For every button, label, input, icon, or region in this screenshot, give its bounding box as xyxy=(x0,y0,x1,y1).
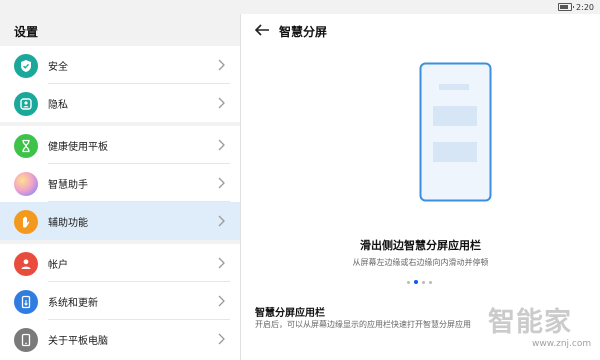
sidebar-item-label: 系统和更新 xyxy=(48,298,98,309)
sidebar-item-smart-assistant[interactable]: 智慧助手 xyxy=(0,164,240,202)
feature-description: 从屏幕左边缘或右边缘向内滑动并停顿 xyxy=(352,258,489,267)
sidebar-item-label: 帐户 xyxy=(48,260,68,271)
page-dot xyxy=(407,280,410,284)
status-time: 2:20 xyxy=(576,2,594,12)
sidebar-item-label: 健康使用平板 xyxy=(48,142,108,153)
page-indicator[interactable] xyxy=(407,280,432,284)
chevron-right-icon xyxy=(218,97,225,109)
chevron-right-icon xyxy=(218,295,225,307)
sidebar-item-label: 隐私 xyxy=(48,100,68,111)
tablet-info-icon xyxy=(14,328,38,352)
watermark-text: 智能家 xyxy=(488,307,572,338)
sidebar-item-account[interactable]: 帐户 xyxy=(0,244,240,282)
chevron-right-icon xyxy=(218,177,225,189)
page-dot xyxy=(429,280,432,284)
sidebar-item-system-update[interactable]: 系统和更新 xyxy=(0,282,240,320)
phone-update-icon xyxy=(14,290,38,314)
sidebar-item-label: 关于平板电脑 xyxy=(48,336,108,347)
settings-group-system: 帐户 系统和更新 关于平板电脑 xyxy=(0,244,240,360)
settings-group-security: 安全 隐私 xyxy=(0,46,240,122)
chevron-right-icon xyxy=(218,139,225,151)
settings-sidebar: 设置 安全 隐私 健康使用平板 智慧助手 辅助功能 帐户 系统和更新 关于平板电… xyxy=(0,14,240,360)
sidebar-item-digital-balance[interactable]: 健康使用平板 xyxy=(0,126,240,164)
page-dot-active xyxy=(414,280,418,284)
back-arrow-icon[interactable] xyxy=(253,22,271,38)
shield-check-icon xyxy=(14,54,38,78)
hourglass-icon xyxy=(14,134,38,158)
battery-icon xyxy=(558,3,575,11)
user-icon xyxy=(14,252,38,276)
sidebar-item-accessibility[interactable]: 辅助功能 xyxy=(0,202,240,240)
page-title: 智慧分屏 xyxy=(279,25,328,39)
chevron-right-icon xyxy=(218,59,225,71)
chevron-right-icon xyxy=(218,333,225,345)
hand-icon xyxy=(14,210,38,234)
privacy-lock-icon xyxy=(14,92,38,116)
setting-description: 开启后，可以从屏幕边缘显示的应用栏快速打开智慧分屏应用 xyxy=(255,320,471,329)
page-dot xyxy=(422,280,425,284)
settings-title: 设置 xyxy=(14,25,39,39)
sidebar-item-label: 辅助功能 xyxy=(48,218,88,229)
split-screen-tablet-illustration xyxy=(419,62,492,202)
sidebar-item-label: 智慧助手 xyxy=(48,180,88,191)
setting-title: 智慧分屏应用栏 xyxy=(255,308,325,319)
status-bar: 2:20 xyxy=(0,0,600,14)
sidebar-item-privacy[interactable]: 隐私 xyxy=(0,84,240,122)
feature-title: 滑出侧边智慧分屏应用栏 xyxy=(360,239,481,252)
settings-group-assist: 健康使用平板 智慧助手 辅助功能 xyxy=(0,126,240,240)
watermark: 智能家 www.znj.com xyxy=(488,300,600,360)
sidebar-item-about-tablet[interactable]: 关于平板电脑 xyxy=(0,320,240,358)
status-indicators: 2:20 xyxy=(558,2,594,12)
ai-assistant-orb-icon xyxy=(14,172,38,196)
chevron-right-icon xyxy=(218,215,225,227)
chevron-right-icon xyxy=(218,257,225,269)
watermark-url: www.znj.com xyxy=(532,339,592,349)
sidebar-item-label: 安全 xyxy=(48,62,68,73)
sidebar-item-security[interactable]: 安全 xyxy=(0,46,240,84)
